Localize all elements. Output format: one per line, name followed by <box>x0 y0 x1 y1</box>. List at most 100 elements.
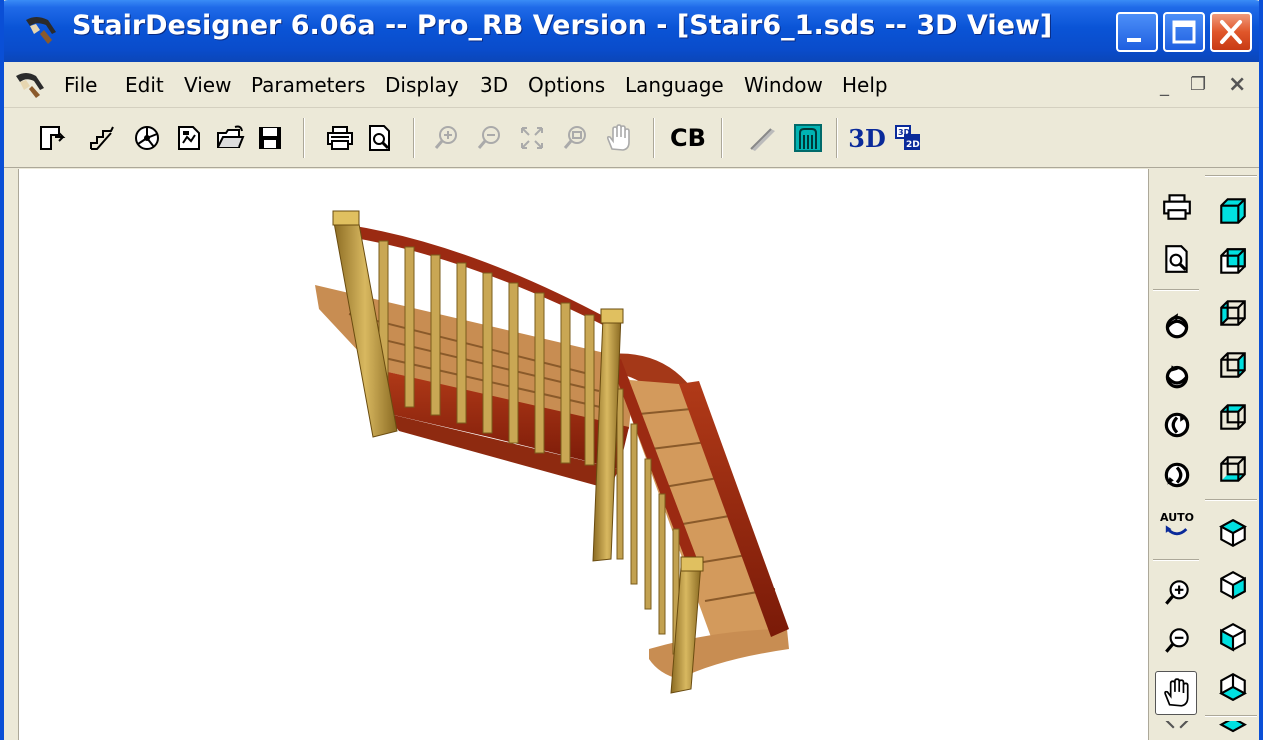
cube-bottom-icon <box>1220 456 1246 482</box>
view-iso-1-button[interactable] <box>1213 513 1253 553</box>
mdi-minimize-button[interactable]: _ <box>1160 76 1169 97</box>
toolbar-separator <box>413 118 415 158</box>
zoom-extents-button[interactable] <box>1157 721 1197 740</box>
rotate-up-icon <box>1165 313 1189 339</box>
svg-text:2D: 2D <box>906 140 920 150</box>
view-iso-4-button[interactable] <box>1213 667 1253 707</box>
toolbar-separator <box>1205 175 1257 177</box>
open-template-icon <box>178 126 200 150</box>
rotate-left-button[interactable] <box>1157 405 1197 445</box>
cube-back-icon <box>1220 248 1246 274</box>
menu-edit[interactable]: Edit <box>125 73 164 97</box>
view-3d-button[interactable]: 3D <box>848 120 886 156</box>
view-2d-icon: 2D3D <box>895 125 920 150</box>
menu-help[interactable]: Help <box>842 73 888 97</box>
app-window: StairDesigner 6.06a -- Pro_RB Version - … <box>0 0 1263 740</box>
print-preview-button[interactable] <box>1157 239 1197 279</box>
iso-cube-3-icon <box>1220 622 1246 652</box>
balustrade-button[interactable] <box>790 120 826 156</box>
menu-3d[interactable]: 3D <box>480 73 508 97</box>
view-front-button[interactable] <box>1213 191 1253 231</box>
view-2d-button[interactable]: 2D 3D <box>890 120 926 156</box>
menu-options[interactable]: Options <box>528 73 605 97</box>
title-bar[interactable]: StairDesigner 6.06a -- Pro_RB Version - … <box>4 0 1259 62</box>
view-bottom-button[interactable] <box>1213 449 1253 489</box>
zoom-window-button[interactable] <box>557 120 593 156</box>
minimize-icon <box>1127 38 1141 42</box>
stringer-icon <box>750 128 775 151</box>
view-right-button[interactable] <box>1213 345 1253 385</box>
mdi-restore-button[interactable]: ❐ <box>1190 74 1206 95</box>
view-iso-2-button[interactable] <box>1213 565 1253 605</box>
stringer-button[interactable] <box>744 120 780 156</box>
auto-label: AUTO <box>1160 510 1194 524</box>
minimize-button[interactable] <box>1116 12 1158 52</box>
menu-view[interactable]: View <box>184 73 231 97</box>
print-preview-icon <box>369 125 390 151</box>
zoom-extents-button[interactable] <box>514 120 550 156</box>
pan-button[interactable] <box>1155 671 1197 715</box>
open-template-button[interactable] <box>171 120 207 156</box>
open-file-button[interactable] <box>212 120 248 156</box>
print-preview-button[interactable] <box>362 120 398 156</box>
auto-rotate-icon <box>1165 524 1188 535</box>
toolbar-separator <box>1153 559 1199 561</box>
main-toolbar: CB 3D 2D 3D <box>4 108 1259 168</box>
view-iso-5-button[interactable] <box>1213 721 1253 740</box>
new-stair-button[interactable] <box>34 120 70 156</box>
iso-cube-2-icon <box>1220 570 1246 600</box>
cube-front-icon <box>1220 198 1246 224</box>
menu-file[interactable]: File <box>64 73 97 97</box>
rotate-right-icon <box>1164 462 1190 488</box>
toolbar-separator <box>1205 499 1257 501</box>
toolbar-separator <box>1205 715 1257 717</box>
close-button[interactable] <box>1210 12 1252 52</box>
toolbar-separator <box>721 118 723 158</box>
save-button[interactable] <box>252 120 288 156</box>
rotate-down-button[interactable] <box>1157 355 1197 395</box>
zoom-in-icon <box>1165 580 1189 605</box>
view-top-button[interactable] <box>1213 397 1253 437</box>
open-folder-icon <box>217 125 245 148</box>
mdi-close-button[interactable]: × <box>1228 72 1246 97</box>
menu-display[interactable]: Display <box>385 73 459 97</box>
cube-top-icon <box>1220 404 1246 430</box>
iso-cube-4-icon <box>1219 672 1247 702</box>
zoom-in-button[interactable] <box>428 120 464 156</box>
3d-view-canvas[interactable] <box>18 169 1148 740</box>
view-left-button[interactable] <box>1213 293 1253 333</box>
cb-label: CB <box>670 124 706 152</box>
menu-language[interactable]: Language <box>625 73 724 97</box>
spiral-stair-button[interactable] <box>129 120 165 156</box>
rotate-right-button[interactable] <box>1157 455 1197 495</box>
rotate-up-button[interactable] <box>1157 305 1197 345</box>
straight-stair-button[interactable] <box>84 120 120 156</box>
zoom-out-button[interactable] <box>471 120 507 156</box>
spiral-stair-icon <box>135 126 159 150</box>
view-back-button[interactable] <box>1213 241 1253 281</box>
zoom-extents-icon <box>1165 721 1189 729</box>
toolbar-separator <box>653 118 655 158</box>
maximize-button[interactable] <box>1163 12 1205 52</box>
print-icon <box>327 126 353 150</box>
auto-rotate-button[interactable]: AUTO <box>1157 505 1197 545</box>
toolbar-separator <box>1153 289 1199 291</box>
stair-3d-model <box>315 210 789 694</box>
print-icon <box>1163 194 1191 220</box>
zoom-out-button[interactable] <box>1157 621 1197 661</box>
print-button[interactable] <box>322 120 358 156</box>
menu-parameters[interactable]: Parameters <box>251 73 365 97</box>
maximize-icon <box>1172 20 1196 44</box>
zoom-window-icon <box>563 126 586 149</box>
zoom-in-button[interactable] <box>1157 573 1197 613</box>
menu-window[interactable]: Window <box>744 73 823 97</box>
balustrade-icon <box>794 124 822 152</box>
print-button[interactable] <box>1157 187 1197 227</box>
print-preview-icon <box>1165 245 1188 273</box>
view-iso-3-button[interactable] <box>1213 617 1253 657</box>
document-logo-icon[interactable] <box>14 70 48 100</box>
iso-cube-1-icon <box>1219 518 1247 548</box>
pan-button[interactable] <box>600 120 636 156</box>
toolbar-separator <box>836 118 838 158</box>
cb-button[interactable]: CB <box>670 120 706 156</box>
